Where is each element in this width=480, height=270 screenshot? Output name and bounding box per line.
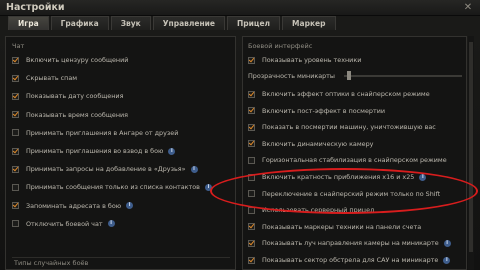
option-row[interactable]: Показывать дату сообщения (12, 91, 123, 101)
option-label: Принимать приглашения в Ангаре от друзей (26, 128, 179, 137)
option-row[interactable]: Включить цензуру сообщений (12, 55, 128, 65)
close-icon[interactable]: ✕ (462, 2, 474, 14)
settings-window: Настройки ✕ Игра Графика Звук Управление… (0, 0, 480, 270)
checked-checkbox[interactable] (248, 140, 255, 148)
show-vehicle-level-option[interactable]: Показывать уровень техники (248, 55, 361, 65)
option-row[interactable]: Показывать время сообщения (12, 110, 128, 120)
checked-checkbox[interactable] (248, 256, 255, 264)
checked-checkbox[interactable] (248, 90, 255, 98)
option-row[interactable]: Скрывать спам (12, 73, 77, 83)
option-row[interactable]: Принимать приглашения в Ангаре от друзей (12, 128, 178, 138)
option-row[interactable]: Включить пост-эффект в посмертии (248, 106, 385, 116)
info-icon[interactable]: i (443, 239, 451, 247)
checked-checkbox[interactable] (12, 147, 19, 155)
option-row[interactable]: Принимать запросы на добавление в «Друзь… (12, 164, 198, 174)
checked-checkbox[interactable] (12, 165, 19, 173)
option-label: Показывать время сообщения (26, 110, 128, 119)
checked-checkbox[interactable] (12, 74, 19, 82)
option-label: Показывать дату сообщения (26, 92, 124, 101)
minimap-transparency-row: Прозрачность миникарты (248, 71, 335, 81)
option-row[interactable]: Принимать сообщения только из списка кон… (12, 182, 212, 192)
scrollbar-thumb[interactable] (469, 42, 473, 252)
option-row[interactable]: Горизонтальная стабилизация в снайперско… (248, 155, 447, 165)
unchecked-checkbox[interactable] (12, 220, 19, 228)
option-row[interactable]: Показать в посмертии машину, уничтожившу… (248, 122, 436, 132)
checked-checkbox[interactable] (248, 107, 255, 115)
option-label: Показывать сектор обстрела для САУ на ми… (262, 256, 439, 264)
option-row[interactable]: Включить эффект оптики в снайперском реж… (248, 89, 430, 99)
checked-checkbox[interactable] (12, 111, 19, 119)
minimap-transparency-slider[interactable] (344, 75, 462, 77)
tab-bar: Игра Графика Звук Управление Прицел Марк… (8, 16, 336, 30)
option-row[interactable]: Показывать сектор обстрела для САУ на ми… (248, 255, 451, 265)
checked-checkbox[interactable] (12, 202, 19, 210)
tab-marker[interactable]: Маркер (282, 16, 336, 30)
tab-controls[interactable]: Управление (152, 16, 225, 30)
option-label: Принимать приглашения во взвод в бою (26, 147, 164, 155)
option-row[interactable]: Запоминать адресата в бою i (12, 201, 134, 211)
tab-game[interactable]: Игра (8, 16, 49, 30)
tab-graphics[interactable]: Графика (50, 16, 109, 30)
option-label: Запоминать адресата в бою (26, 201, 122, 210)
option-row[interactable]: Показывать маркеры техники на панели сче… (248, 222, 421, 232)
option-label: Принимать запросы на добавление в «Друзь… (26, 165, 186, 174)
option-row[interactable]: Принимать приглашения во взвод в бою i (12, 146, 176, 156)
info-icon[interactable]: i (168, 147, 176, 155)
option-label: Показывать уровень техники (262, 56, 362, 64)
option-label: Показывать маркеры техники на панели сче… (262, 222, 422, 231)
option-label: Показывать луч направления камеры на мин… (262, 239, 439, 248)
option-label: Включить динамическую камеру (262, 139, 374, 148)
title-bar: Настройки ✕ (0, 0, 480, 16)
checked-checkbox[interactable] (248, 223, 255, 231)
slider-thumb[interactable] (347, 71, 351, 80)
option-label: Включить пост-эффект в посмертии (262, 106, 386, 115)
checkbox[interactable] (248, 56, 255, 64)
option-row[interactable]: Показывать луч направления камеры на мин… (248, 238, 451, 248)
info-icon[interactable]: i (126, 202, 134, 210)
battle-interface-section-title: Боевой интерфейс (248, 42, 313, 50)
unchecked-checkbox[interactable] (12, 183, 19, 191)
tab-sound[interactable]: Звук (110, 16, 151, 30)
option-row[interactable]: Включить динамическую камеру (248, 139, 373, 149)
option-label: Включить эффект оптики в снайперском реж… (262, 90, 430, 98)
option-row[interactable]: Отключить боевой чат i (12, 219, 115, 229)
unchecked-checkbox[interactable] (248, 156, 255, 164)
window-title: Настройки (6, 2, 65, 13)
info-icon[interactable]: i (443, 256, 451, 264)
red-highlight-ellipse (210, 168, 478, 214)
chat-section-title: Чат (12, 42, 25, 50)
option-label: Горизонтальная стабилизация в снайперско… (262, 156, 447, 165)
tab-sight[interactable]: Прицел (227, 16, 281, 30)
checked-checkbox[interactable] (248, 239, 255, 247)
checked-checkbox[interactable] (12, 56, 19, 64)
option-label: Скрывать спам (26, 74, 78, 83)
info-icon[interactable]: i (190, 165, 198, 173)
info-icon[interactable]: i (107, 220, 115, 228)
option-label: Отключить боевой чат (26, 219, 103, 228)
checked-checkbox[interactable] (12, 92, 19, 100)
option-label: Показать в посмертии машину, уничтожившу… (262, 123, 436, 132)
option-label: Принимать сообщения только из списка кон… (26, 183, 200, 192)
checked-checkbox[interactable] (248, 123, 255, 131)
unchecked-checkbox[interactable] (12, 129, 19, 137)
random-battles-section-title: Типы случайных боёв (14, 259, 89, 267)
option-label: Прозрачность миникарты (248, 72, 335, 80)
option-label: Включить цензуру сообщений (26, 56, 129, 64)
